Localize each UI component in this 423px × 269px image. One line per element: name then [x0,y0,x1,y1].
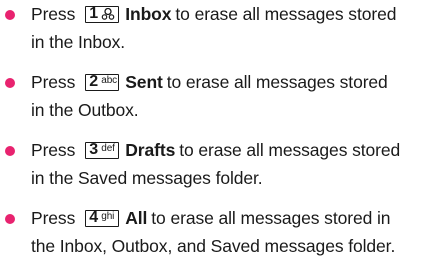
instruction-continuation: in the Outbox. [31,100,139,120]
bullet-dot [5,10,15,20]
keypad-key-3: 3 def [85,141,120,159]
keypad-key-4: 4 ghi [85,209,120,227]
option-label: Inbox [125,4,172,24]
key-letters: ghi [101,211,115,222]
option-label: All [125,208,148,228]
option-label: Sent [125,72,163,92]
key-letters: def [101,143,115,154]
instruction-continuation: in the Inbox. [31,32,126,52]
voicemail-icon [101,8,115,20]
instruction-continuation: the Inbox, Outbox, and Saved messages fo… [31,236,396,256]
bullet-dot [5,78,15,88]
key-letters: abc [101,75,118,86]
press-text: Press [31,72,76,92]
instruction-text: to erase all messages stored [179,140,401,160]
key-number: 1 [89,5,99,22]
bullet-dot [5,146,15,156]
instruction-continuation: in the Saved messages folder. [31,168,263,188]
instruction-text: to erase all messages stored [175,4,397,24]
option-label: Drafts [125,140,176,160]
instruction-text: to erase all messages stored [166,72,388,92]
keypad-key-2: 2 abc [85,73,120,91]
instruction-text: to erase all messages stored in [151,208,391,228]
key-number: 2 [89,73,99,90]
keypad-key-1: 1 [85,5,120,23]
press-text: Press [31,208,76,228]
press-text: Press [31,4,76,24]
instruction-line: Press 2 abc Sent to erase all messages store… [31,71,388,94]
instruction-line: Press 4 ghi All to erase all messages stored… [31,207,391,230]
key-number: 4 [89,209,99,226]
bullet-dot [5,214,15,224]
press-text: Press [31,140,76,160]
key-number: 3 [89,141,99,158]
instruction-line: Press 3 def Drafts to erase all messages sto… [31,139,400,162]
instruction-line: Press 1 Inbox to erase all messages stored [31,3,396,26]
